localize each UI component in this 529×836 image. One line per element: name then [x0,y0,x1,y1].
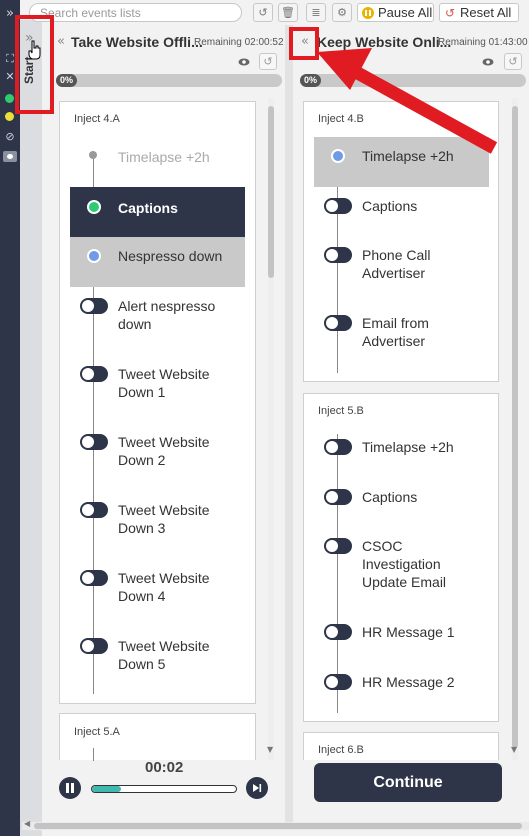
annotation-arrow [317,48,498,154]
